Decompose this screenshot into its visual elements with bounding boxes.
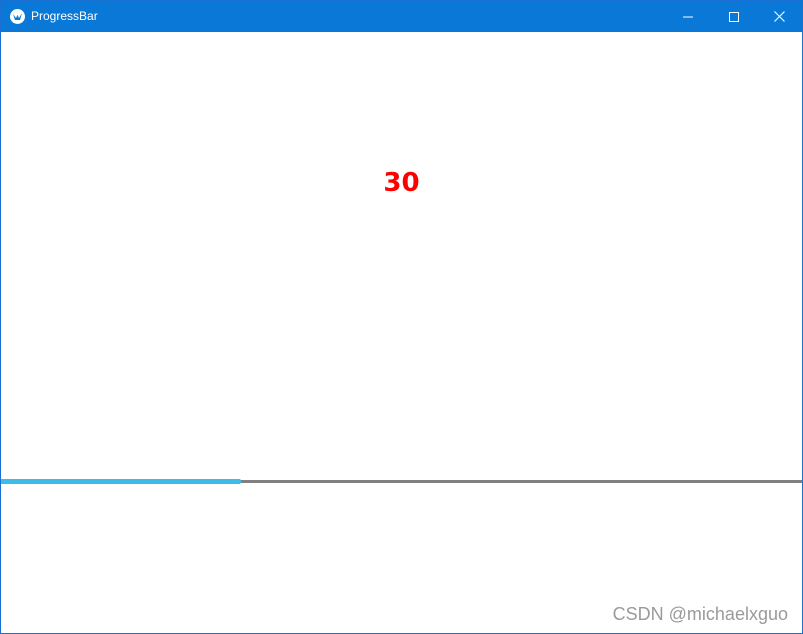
watermark-text: CSDN @michaelxguo — [612, 604, 788, 624]
maximize-button[interactable] — [711, 1, 757, 32]
minimize-button[interactable] — [665, 1, 711, 32]
minimize-icon — [683, 7, 693, 26]
content-area: 30 CSDN @michaelxguo — [1, 32, 802, 633]
progress-bar-fill — [1, 479, 242, 484]
window-title: ProgressBar — [31, 9, 98, 23]
kivy-logo-icon — [10, 9, 25, 24]
close-icon — [773, 7, 785, 26]
close-button[interactable] — [756, 1, 802, 32]
progress-bar — [1, 479, 802, 484]
maximize-icon — [729, 7, 739, 26]
progress-value-label: 30 — [383, 168, 420, 198]
app-window: ProgressBar 30 CSDN @michaelxguo — [0, 0, 803, 634]
title-bar[interactable]: ProgressBar — [1, 1, 802, 32]
